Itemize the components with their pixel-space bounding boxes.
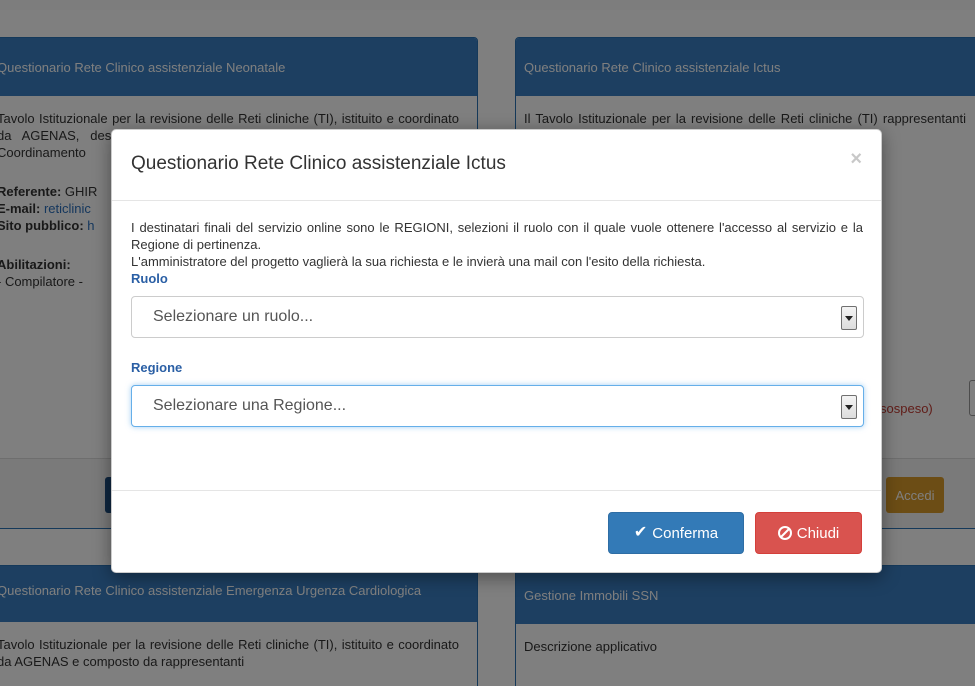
- top-strip: [0, 0, 975, 10]
- dropdown-arrow-icon[interactable]: [841, 306, 857, 330]
- confirm-button-label: Conferma: [652, 524, 719, 542]
- regione-select-value: Selezionare una Regione...: [153, 397, 347, 414]
- access-request-modal: Questionario Rete Clinico assistenziale …: [111, 129, 882, 573]
- modal-header: Questionario Rete Clinico assistenziale …: [112, 130, 881, 201]
- confirm-button[interactable]: ✔ Conferma: [608, 512, 744, 554]
- intro-text: I destinatari finali del servizio online…: [131, 219, 863, 270]
- regione-label: Regione: [131, 360, 183, 375]
- close-button-label: Chiudi: [796, 524, 840, 542]
- close-icon[interactable]: ×: [850, 148, 862, 171]
- modal-footer: ✔ Conferma Chiudi: [112, 490, 881, 574]
- dropdown-arrow-icon[interactable]: [841, 395, 857, 419]
- modal-title: Questionario Rete Clinico assistenziale …: [131, 153, 506, 174]
- ruolo-select[interactable]: Selezionare un ruolo...: [131, 296, 864, 338]
- modal-body: I destinatari finali del servizio online…: [112, 201, 881, 427]
- checkmark-icon: ✔: [633, 524, 648, 541]
- ruolo-select-value: Selezionare un ruolo...: [153, 308, 314, 325]
- regione-select[interactable]: Selezionare una Regione...: [131, 385, 864, 427]
- close-button[interactable]: Chiudi: [755, 512, 862, 554]
- ban-icon: [777, 526, 792, 540]
- intro-line-2: L'amministratore del progetto vaglierà l…: [131, 254, 706, 269]
- intro-line-1: I destinatari finali del servizio online…: [131, 220, 863, 252]
- ruolo-label: Ruolo: [131, 271, 168, 286]
